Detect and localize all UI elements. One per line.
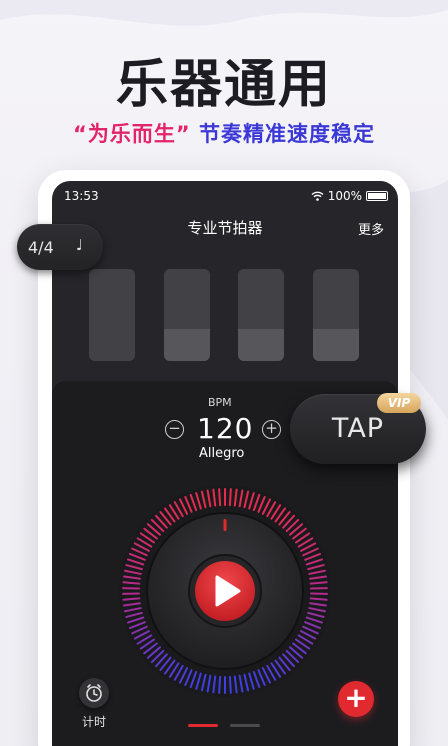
dial-tick: [309, 581, 328, 585]
add-button[interactable]: +: [338, 681, 374, 717]
alarm-clock-icon: [79, 678, 109, 708]
title-bar: 专业节拍器 更多: [52, 217, 398, 239]
tempo-dial[interactable]: [115, 481, 335, 701]
beat-level: [164, 328, 210, 361]
plus-circle-icon: +: [265, 419, 278, 437]
bpm-value[interactable]: 120: [197, 412, 253, 445]
battery-percent: 100%: [327, 189, 362, 203]
promo-headline: 乐器通用: [115, 55, 332, 115]
dial-tick: [218, 488, 222, 507]
plus-icon: +: [344, 681, 368, 714]
bpm-label: BPM: [208, 396, 232, 409]
tagline-text: 节奏精准速度稳定: [198, 122, 375, 146]
status-time: 13:53: [64, 189, 99, 203]
dial-tick: [122, 581, 141, 585]
battery-icon: [366, 191, 388, 201]
beat-indicator-2[interactable]: [164, 269, 210, 361]
timer-button[interactable]: 计时: [74, 678, 114, 734]
dial-tick: [228, 488, 232, 507]
tempo-name: Allegro: [199, 446, 245, 461]
app-title: 专业节拍器: [187, 219, 263, 237]
minus-circle-icon: −: [168, 419, 181, 437]
quarter-note-icon: ♩: [75, 236, 83, 254]
dial-marker: [223, 519, 227, 531]
decrease-bpm-button[interactable]: −: [165, 420, 184, 439]
wifi-icon: [311, 191, 324, 201]
beat-indicator-3[interactable]: [238, 269, 284, 361]
beat-indicators: [52, 269, 398, 361]
beat-indicator-4[interactable]: [313, 269, 359, 361]
page-indicator: [188, 724, 264, 728]
dial-tick: [218, 675, 222, 694]
vip-badge: VIP: [377, 393, 421, 413]
tagline-quote: “为乐而生”: [73, 122, 191, 146]
dial-tick: [122, 597, 141, 601]
page-dot-active[interactable]: [188, 724, 218, 727]
time-signature-value: 4/4: [28, 238, 54, 257]
status-right: 100%: [311, 189, 388, 203]
beat-level: [89, 269, 135, 361]
status-bar: 13:53 100%: [52, 181, 398, 211]
beat-level: [238, 328, 284, 361]
dial-tick: [309, 597, 328, 601]
timer-label: 计时: [81, 715, 106, 729]
page-dot[interactable]: [230, 724, 260, 727]
increase-bpm-button[interactable]: +: [262, 420, 281, 439]
beat-level: [313, 328, 359, 361]
dial-tick: [228, 675, 232, 694]
time-signature-selector[interactable]: 4/4 ♩: [17, 224, 103, 270]
promo-tagline: “为乐而生” 节奏精准速度稳定: [0, 118, 448, 148]
beat-indicator-1[interactable]: [89, 269, 135, 361]
more-button[interactable]: 更多: [358, 219, 384, 238]
